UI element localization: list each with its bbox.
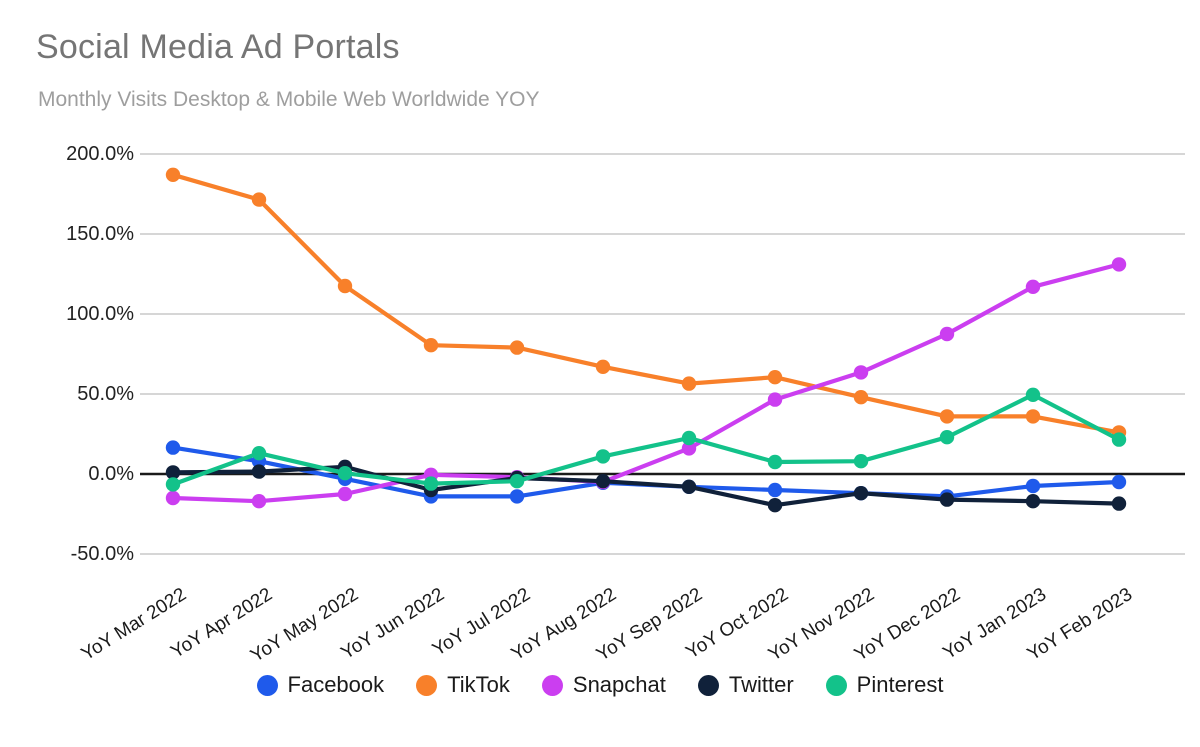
data-point[interactable]	[853, 365, 869, 380]
data-point[interactable]	[251, 446, 267, 461]
data-point[interactable]	[1111, 496, 1127, 511]
series-tiktok	[165, 167, 1127, 440]
series-twitter	[165, 459, 1127, 513]
data-point[interactable]	[767, 498, 783, 513]
data-point[interactable]	[853, 390, 869, 405]
legend-swatch-icon	[541, 674, 563, 696]
data-point[interactable]	[853, 454, 869, 469]
data-point[interactable]	[681, 430, 697, 446]
data-point[interactable]	[251, 192, 267, 207]
legend-item-pinterest[interactable]: Pinterest	[825, 672, 944, 698]
legend-label: TikTok	[447, 672, 510, 697]
chart-legend: Facebook TikTok Snapchat Twitter Pinterest	[0, 672, 1200, 698]
data-point[interactable]	[767, 370, 783, 385]
y-tick-label: 100.0%	[66, 303, 134, 325]
data-point[interactable]	[1111, 257, 1127, 272]
legend-item-tiktok[interactable]: TikTok	[416, 672, 510, 698]
legend-item-twitter[interactable]: Twitter	[697, 672, 794, 698]
data-point[interactable]	[767, 454, 783, 470]
legend-swatch-icon	[825, 674, 847, 696]
data-point[interactable]	[1025, 279, 1041, 294]
data-point[interactable]	[165, 167, 181, 182]
legend-label: Snapchat	[572, 672, 666, 697]
data-point[interactable]	[767, 482, 783, 498]
data-point[interactable]	[251, 494, 267, 509]
plot-area	[0, 0, 1200, 742]
data-point[interactable]	[509, 340, 525, 355]
data-point[interactable]	[595, 359, 611, 374]
series-facebook	[165, 440, 1127, 504]
data-point[interactable]	[423, 338, 439, 353]
data-point[interactable]	[423, 476, 439, 491]
legend-label: Pinterest	[856, 672, 944, 697]
y-tick-label: -50.0%	[70, 543, 134, 565]
data-point[interactable]	[939, 326, 955, 342]
data-point[interactable]	[595, 474, 611, 489]
data-point[interactable]	[165, 440, 181, 455]
data-point[interactable]	[251, 464, 267, 479]
data-point[interactable]	[337, 278, 353, 294]
data-point[interactable]	[939, 409, 955, 424]
legend-swatch-icon	[256, 674, 278, 696]
data-point[interactable]	[681, 376, 697, 391]
data-point[interactable]	[165, 490, 181, 506]
data-point[interactable]	[337, 486, 353, 502]
y-tick-label: 0.0%	[88, 463, 134, 485]
data-point[interactable]	[681, 479, 697, 494]
data-point[interactable]	[939, 430, 955, 445]
data-point[interactable]	[337, 466, 353, 481]
series-pinterest	[165, 387, 1127, 492]
data-point[interactable]	[509, 474, 525, 489]
legend-swatch-icon	[697, 674, 719, 696]
legend-label: Twitter	[728, 672, 794, 697]
data-point[interactable]	[595, 449, 611, 464]
legend-label: Facebook	[287, 672, 385, 697]
y-tick-label: 200.0%	[66, 143, 134, 165]
data-point[interactable]	[1111, 474, 1127, 490]
data-point[interactable]	[939, 492, 955, 507]
legend-item-snapchat[interactable]: Snapchat	[541, 672, 666, 698]
data-point[interactable]	[1025, 478, 1041, 494]
legend-swatch-icon	[416, 674, 438, 696]
data-point[interactable]	[1025, 387, 1041, 402]
line-chart-svg	[140, 153, 1185, 555]
legend-item-facebook[interactable]: Facebook	[256, 672, 385, 698]
data-point[interactable]	[1111, 432, 1127, 447]
data-point[interactable]	[509, 489, 525, 504]
data-point[interactable]	[165, 477, 181, 492]
data-point[interactable]	[1025, 409, 1041, 424]
data-point[interactable]	[853, 486, 869, 501]
chart-container: Social Media Ad Portals Monthly Visits D…	[0, 0, 1200, 742]
data-point[interactable]	[1025, 494, 1041, 509]
series-line	[170, 445, 1122, 499]
data-point[interactable]	[767, 392, 783, 407]
y-tick-label: 50.0%	[77, 383, 134, 405]
y-tick-label: 150.0%	[66, 223, 134, 245]
